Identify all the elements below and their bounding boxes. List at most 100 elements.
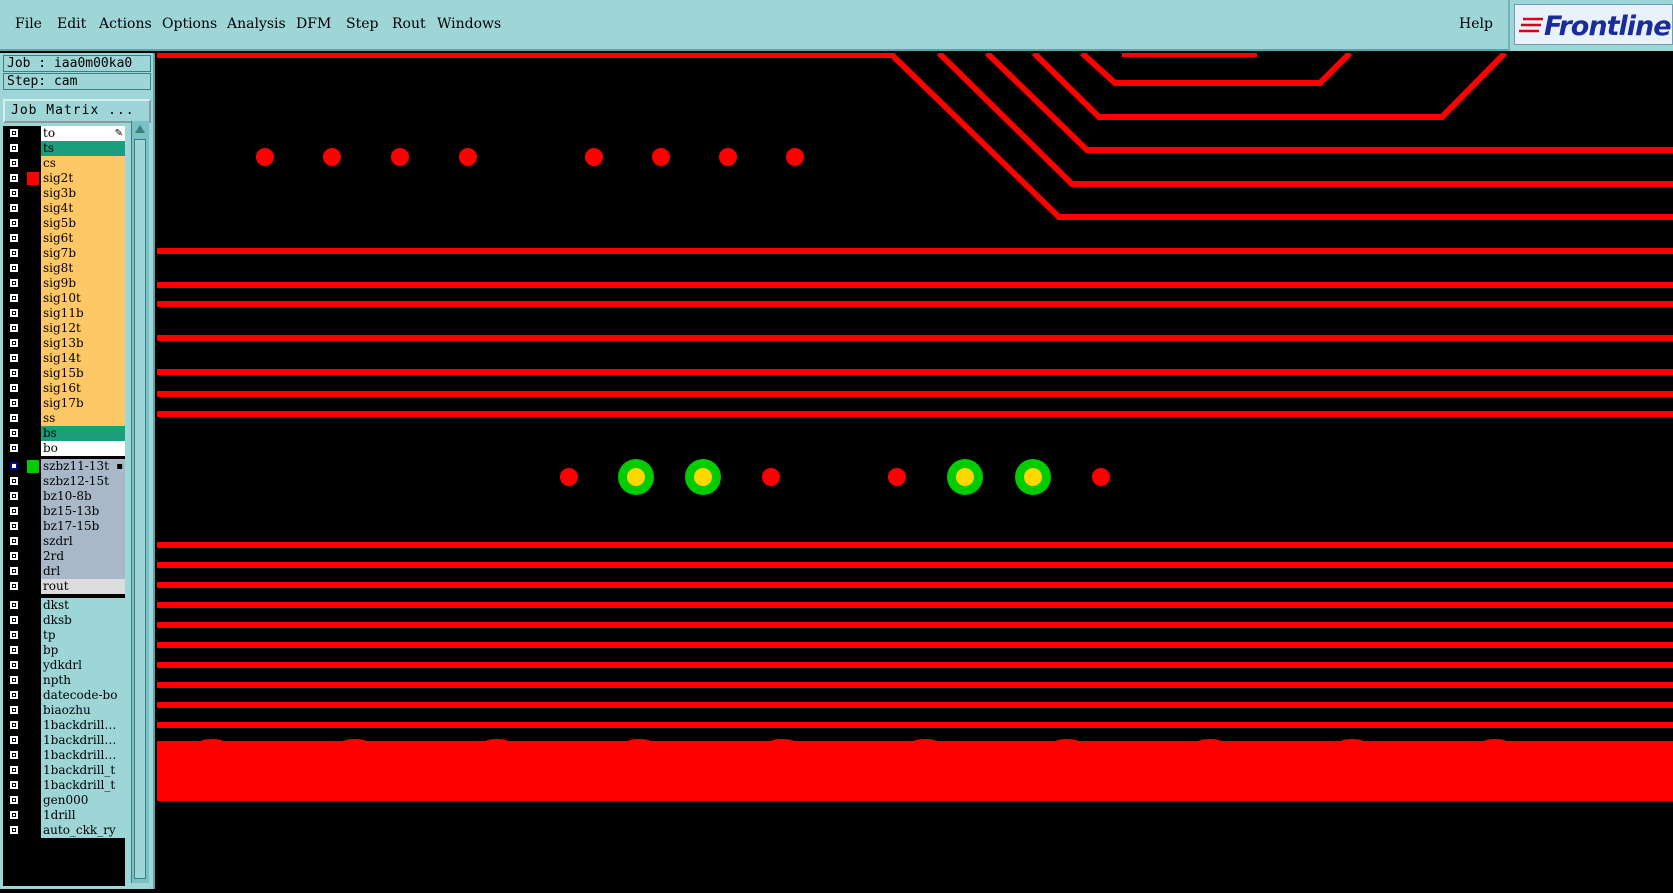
layer-checkbox[interactable] [9,566,19,576]
layer-checkbox[interactable] [9,720,19,730]
layer-checkbox[interactable] [9,293,19,303]
layer-row[interactable]: 1backdrill_t [3,778,125,794]
layer-row[interactable]: biaozhu [3,703,125,719]
pcb-view[interactable] [157,50,1673,889]
layer-row[interactable]: szdrl [3,534,125,550]
layer-name[interactable]: sig9b [41,276,125,291]
layer-checkbox[interactable] [9,158,19,168]
layer-name[interactable]: tp [41,628,125,643]
layer-row[interactable]: sig10t [3,291,125,307]
layer-checkbox[interactable] [9,368,19,378]
layer-checkbox[interactable] [9,795,19,805]
layer-row[interactable]: bs [3,426,125,442]
layer-name[interactable]: ss [41,411,125,426]
layer-name[interactable]: 1backdrill_t [41,763,125,778]
layer-row[interactable]: npth [3,673,125,689]
layer-row[interactable]: sig16t [3,381,125,397]
layer-row[interactable]: sig7b [3,246,125,262]
layer-row[interactable]: sig8t [3,261,125,277]
layer-row[interactable]: ss [3,411,125,427]
layer-name[interactable]: szdrl [41,534,125,549]
menu-dfm[interactable]: DFM [296,16,331,32]
layer-row[interactable]: datecode-bo [3,688,125,704]
layer-name[interactable]: sig10t [41,291,125,306]
layer-name[interactable]: bo [41,441,125,456]
layer-checkbox[interactable] [9,188,19,198]
layer-name[interactable]: bp [41,643,125,658]
layer-row[interactable]: to ✎ [3,126,125,142]
job-matrix-button[interactable]: Job Matrix ... [3,99,151,123]
layer-checkbox[interactable] [9,765,19,775]
layer-checkbox[interactable] [9,218,19,228]
layer-checkbox[interactable] [9,521,19,531]
layer-checkbox[interactable] [9,630,19,640]
layer-name[interactable]: ydkdrl [41,658,125,673]
layer-color-swatch[interactable] [27,460,39,473]
layer-checkbox[interactable] [9,825,19,835]
layer-checkbox[interactable] [9,660,19,670]
layer-name[interactable]: 1backdrill_t [41,778,125,793]
layer-row[interactable]: cs [3,156,125,172]
layer-name[interactable]: sig11b [41,306,125,321]
menu-analysis[interactable]: Analysis [227,16,286,32]
layer-checkbox[interactable] [9,506,19,516]
layer-name[interactable]: sig15b [41,366,125,381]
layer-name[interactable]: bz10-8b [41,489,125,504]
menu-options[interactable]: Options [162,16,217,32]
layer-name[interactable]: npth [41,673,125,688]
layer-row[interactable]: sig2t [3,171,125,187]
layer-name[interactable]: rout [41,579,125,594]
layer-name[interactable]: sig4t [41,201,125,216]
layer-name[interactable]: 1backdrill… [41,748,125,763]
layer-name[interactable]: 1backdrill… [41,718,125,733]
layer-name[interactable]: sig6t [41,231,125,246]
layer-name[interactable]: drl [41,564,125,579]
layer-row[interactable]: gen000 [3,793,125,809]
layer-row[interactable]: sig15b [3,366,125,382]
menu-windows[interactable]: Windows [437,16,501,32]
layer-row[interactable]: drl [3,564,125,580]
layer-row[interactable]: sig17b [3,396,125,412]
layer-name[interactable]: sig14t [41,351,125,366]
layer-name[interactable]: sig16t [41,381,125,396]
layer-name[interactable]: auto_ckk_ry [41,823,125,838]
scroll-thumb[interactable] [134,139,146,879]
layer-name[interactable]: bs [41,426,125,441]
layer-name[interactable]: 2rd [41,549,125,564]
layer-checkbox[interactable] [9,491,19,501]
layer-name[interactable]: sig8t [41,261,125,276]
layer-row[interactable]: sig5b [3,216,125,232]
graphics-canvas[interactable] [157,50,1673,889]
layer-row[interactable]: ydkdrl [3,658,125,674]
layer-row[interactable]: bo [3,441,125,457]
layer-checkbox[interactable] [9,308,19,318]
layer-color-swatch[interactable] [27,172,39,185]
layer-checkbox[interactable] [9,705,19,715]
layer-row[interactable]: ts [3,141,125,157]
scroll-up-arrow-icon[interactable] [134,123,146,135]
menu-edit[interactable]: Edit [57,16,86,32]
layer-row[interactable]: dkst [3,598,125,614]
layer-name[interactable]: datecode-bo [41,688,125,703]
layer-checkbox[interactable] [9,338,19,348]
layer-row[interactable]: sig13b [3,336,125,352]
layer-row[interactable]: sig4t [3,201,125,217]
layer-name[interactable]: sig17b [41,396,125,411]
layer-row[interactable]: sig12t [3,321,125,337]
layer-checkbox[interactable] [9,810,19,820]
layer-scrollbar[interactable] [131,121,149,883]
layer-checkbox[interactable] [9,443,19,453]
layer-checkbox[interactable] [9,323,19,333]
layer-checkbox[interactable] [9,383,19,393]
layer-row[interactable]: bz15-13b [3,504,125,520]
layer-checkbox[interactable] [9,173,19,183]
layer-name[interactable]: sig3b [41,186,125,201]
layer-row[interactable]: sig11b [3,306,125,322]
layer-checkbox[interactable] [9,615,19,625]
layer-row[interactable]: sig14t [3,351,125,367]
layer-row[interactable]: szbz11-13t ▪ [3,459,125,475]
layer-checkbox[interactable] [9,428,19,438]
layer-checkbox[interactable] [9,551,19,561]
layer-checkbox[interactable] [9,233,19,243]
layer-checkbox[interactable] [9,413,19,423]
